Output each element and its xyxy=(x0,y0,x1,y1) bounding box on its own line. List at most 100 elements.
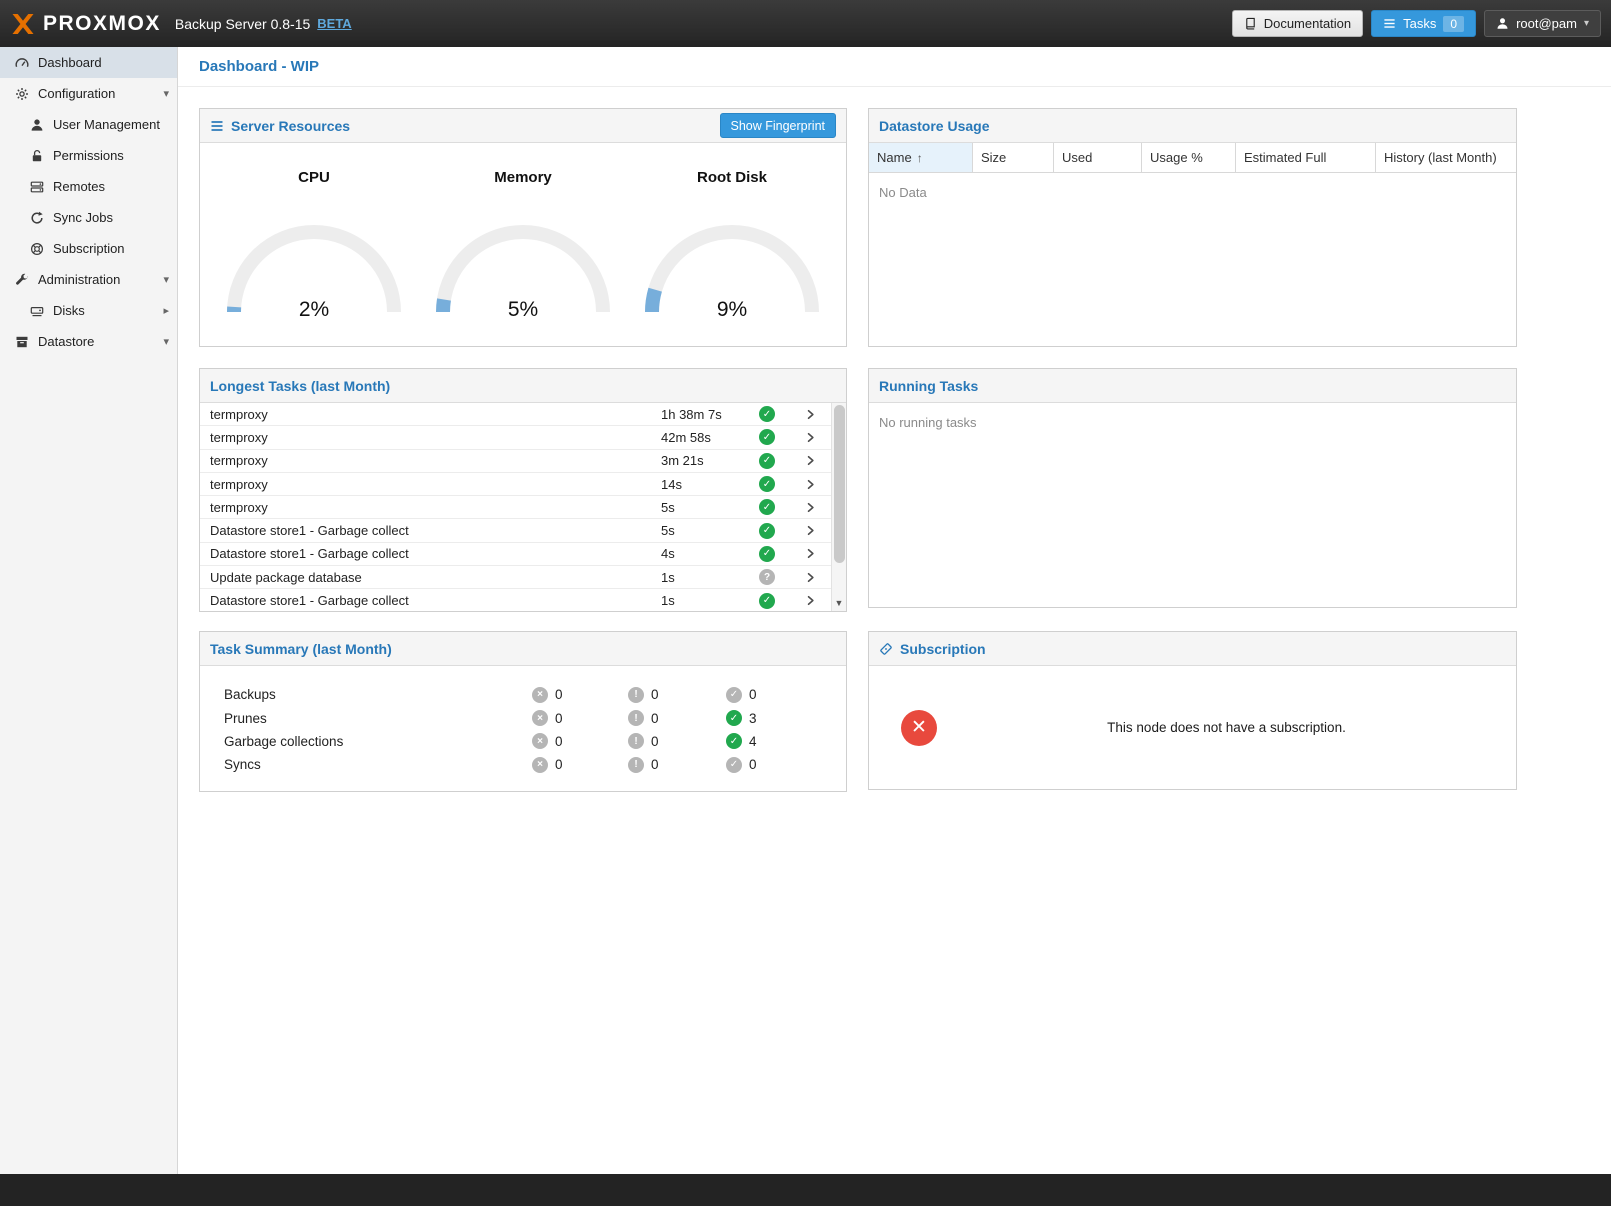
sidebar-item-datastore[interactable]: Datastore▾ xyxy=(0,326,177,357)
sidebar-items: Dashboard Configuration▾User ManagementPe… xyxy=(0,47,177,357)
subscription-message: This node does not have a subscription. xyxy=(937,720,1516,735)
documentation-label: Documentation xyxy=(1264,16,1351,31)
running-tasks-header: Running Tasks xyxy=(869,369,1516,403)
sidebar-item-user-management[interactable]: User Management xyxy=(0,109,177,140)
task-row[interactable]: Update package database1s? xyxy=(200,566,831,589)
refresh-icon xyxy=(28,211,45,225)
summary-cell: ✓0 xyxy=(726,687,846,703)
caret-right-icon[interactable]: ▸ xyxy=(163,304,169,317)
task-name: Datastore store1 - Garbage collect xyxy=(210,593,661,608)
tasks-count-badge: 0 xyxy=(1443,16,1464,32)
sidebar-item-permissions[interactable]: Permissions xyxy=(0,140,177,171)
scroll-down-icon[interactable]: ▼ xyxy=(832,596,846,610)
task-summary-title: Task Summary (last Month) xyxy=(210,641,392,657)
summary-cell: ×0 xyxy=(532,757,628,773)
show-fingerprint-button[interactable]: Show Fingerprint xyxy=(720,113,837,138)
left-column: Server Resources Show Fingerprint CPU2%M… xyxy=(199,108,847,792)
page-title-bar: Dashboard - WIP xyxy=(178,47,1611,87)
task-name: Datastore store1 - Garbage collect xyxy=(210,523,661,538)
proxmox-logo[interactable]: PROXMOX xyxy=(10,12,161,36)
server-resources-panel: Server Resources Show Fingerprint CPU2%M… xyxy=(199,108,847,347)
task-row[interactable]: termproxy5s✓ xyxy=(200,496,831,519)
top-header: PROXMOX Backup Server 0.8-15 BETA Docume… xyxy=(0,0,1611,47)
gauge-arc: 5% xyxy=(428,212,618,324)
book-icon xyxy=(1244,17,1257,30)
chevron-right-icon[interactable] xyxy=(789,432,831,443)
summary-count: 0 xyxy=(749,687,757,702)
caret-down-icon[interactable]: ▾ xyxy=(163,273,169,286)
summary-cell: ×0 xyxy=(532,710,628,726)
caret-down-icon[interactable]: ▾ xyxy=(163,87,169,100)
chevron-right-icon[interactable] xyxy=(789,479,831,490)
summary-cell: ✓0 xyxy=(726,757,846,773)
gauge-arc: 2% xyxy=(219,212,409,324)
column-header-estimated-full[interactable]: Estimated Full xyxy=(1236,143,1376,172)
gauge-cpu: CPU2% xyxy=(219,169,409,324)
summary-label: Garbage collections xyxy=(224,734,532,749)
caret-down-icon[interactable]: ▾ xyxy=(163,335,169,348)
sidebar-item-configuration[interactable]: Configuration▾ xyxy=(0,78,177,109)
task-row[interactable]: Datastore store1 - Garbage collect5s✓ xyxy=(200,519,831,542)
column-header-used[interactable]: Used xyxy=(1054,143,1142,172)
ticket-icon xyxy=(879,642,893,656)
chevron-right-icon[interactable] xyxy=(789,548,831,559)
task-summary-panel: Task Summary (last Month) Backups×0!0✓0P… xyxy=(199,631,847,792)
summary-count: 4 xyxy=(749,734,757,749)
task-name: Datastore store1 - Garbage collect xyxy=(210,546,661,561)
longest-tasks-title: Longest Tasks (last Month) xyxy=(210,378,390,394)
column-header-name[interactable]: Name↑ xyxy=(869,143,973,172)
beta-link[interactable]: BETA xyxy=(317,16,351,31)
chevron-right-icon[interactable] xyxy=(789,409,831,420)
disk-icon xyxy=(28,304,45,318)
summary-label: Backups xyxy=(224,687,532,702)
task-row[interactable]: termproxy14s✓ xyxy=(200,473,831,496)
unlock-icon xyxy=(28,149,45,163)
chevron-right-icon[interactable] xyxy=(789,502,831,513)
user-menu-button[interactable]: root@pam ▾ xyxy=(1484,10,1601,37)
scrollbar-thumb[interactable] xyxy=(834,405,845,563)
column-header-history-last-month[interactable]: History (last Month) xyxy=(1376,143,1516,172)
sidebar-item-remotes[interactable]: Remotes xyxy=(0,171,177,202)
chevron-right-icon[interactable] xyxy=(789,525,831,536)
sidebar-item-dashboard[interactable]: Dashboard xyxy=(0,47,177,78)
ok-icon: ✓ xyxy=(726,710,742,726)
running-tasks-empty: No running tasks xyxy=(869,403,1516,442)
server-resources-header: Server Resources Show Fingerprint xyxy=(200,109,846,143)
documentation-button[interactable]: Documentation xyxy=(1232,10,1363,37)
summary-row: Backups×0!0✓0 xyxy=(224,683,846,706)
column-header-usage[interactable]: Usage % xyxy=(1142,143,1236,172)
task-summary-rows: Backups×0!0✓0Prunes×0!0✓3Garbage collect… xyxy=(200,666,846,791)
task-row[interactable]: Datastore store1 - Garbage collect1s✓ xyxy=(200,589,831,611)
sidebar-item-administration[interactable]: Administration▾ xyxy=(0,264,177,295)
tasks-button[interactable]: Tasks 0 xyxy=(1371,10,1476,37)
summary-cell: !0 xyxy=(628,757,726,773)
archive-icon xyxy=(13,335,30,349)
column-label: Usage % xyxy=(1150,150,1203,165)
sidebar-item-sync-jobs[interactable]: Sync Jobs xyxy=(0,202,177,233)
summary-label: Prunes xyxy=(224,711,532,726)
column-label: History (last Month) xyxy=(1384,150,1497,165)
scrollbar[interactable]: ▼ xyxy=(831,403,846,611)
column-header-size[interactable]: Size xyxy=(973,143,1054,172)
right-column: Datastore Usage Name↑SizeUsedUsage %Esti… xyxy=(868,108,1517,792)
chevron-right-icon[interactable] xyxy=(789,572,831,583)
sidebar-item-subscription[interactable]: Subscription xyxy=(0,233,177,264)
task-row[interactable]: termproxy42m 58s✓ xyxy=(200,426,831,449)
summary-cell: ✓3 xyxy=(726,710,846,726)
gauge-label: Root Disk xyxy=(637,169,827,186)
task-row[interactable]: termproxy3m 21s✓ xyxy=(200,450,831,473)
sidebar-item-label: Dashboard xyxy=(38,55,102,70)
chevron-right-icon[interactable] xyxy=(789,455,831,466)
summary-count: 0 xyxy=(555,687,563,702)
ok-status-icon: ✓ xyxy=(759,429,775,445)
server-icon xyxy=(28,180,45,194)
task-summary-header: Task Summary (last Month) xyxy=(200,632,846,666)
task-row[interactable]: termproxy1h 38m 7s✓ xyxy=(200,403,831,426)
gauge-memory: Memory5% xyxy=(428,169,618,324)
longest-tasks-header: Longest Tasks (last Month) xyxy=(200,369,846,403)
chevron-right-icon[interactable] xyxy=(789,595,831,606)
task-row[interactable]: Datastore store1 - Garbage collect4s✓ xyxy=(200,543,831,566)
sidebar-item-disks[interactable]: Disks▸ xyxy=(0,295,177,326)
warning-icon: ! xyxy=(628,757,644,773)
longest-tasks-rows: termproxy1h 38m 7s✓termproxy42m 58s✓term… xyxy=(200,403,831,611)
